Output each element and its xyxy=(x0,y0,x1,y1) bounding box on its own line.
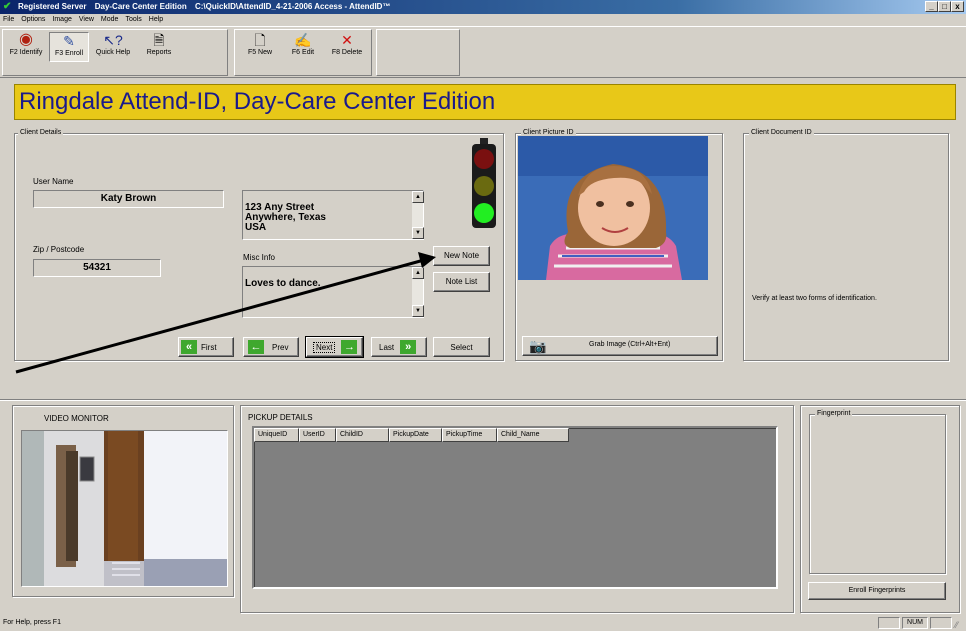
menu-view[interactable]: View xyxy=(79,14,94,26)
column-header[interactable]: ChildID xyxy=(336,428,389,442)
status-panel-caps xyxy=(878,617,900,629)
menu-help[interactable]: Help xyxy=(149,14,163,26)
user-name-field[interactable]: Katy Brown xyxy=(33,190,224,208)
banner: Ringdale Attend-ID, Day-Care Center Edit… xyxy=(14,84,956,120)
video-monitor-label: VIDEO MONITOR xyxy=(44,414,109,423)
resize-grip-icon[interactable]: ⁄⁄ xyxy=(955,617,958,631)
menu-image[interactable]: Image xyxy=(52,14,71,26)
green-light-icon xyxy=(474,203,494,223)
report-icon: 🗎 xyxy=(153,32,165,48)
status-num-indicator: NUM xyxy=(902,617,928,629)
status-panel-scroll xyxy=(930,617,952,629)
right-arrow-icon: → xyxy=(341,340,358,354)
misc-scrollbar[interactable]: ▲ ▼ xyxy=(411,267,424,317)
menu-bar: File Options Image View Mode Tools Help xyxy=(0,14,966,26)
edit-button[interactable]: ✍ F6 Edit xyxy=(283,32,323,62)
delete-button[interactable]: ✕ F8 Delete xyxy=(325,32,369,62)
client-document-label: Client Document ID xyxy=(749,129,814,137)
enroll-pen-icon: ✎ xyxy=(63,33,75,49)
new-document-icon: 🗋 xyxy=(254,32,266,48)
reports-button[interactable]: 🗎 Reports xyxy=(139,32,179,62)
delete-x-icon: ✕ xyxy=(341,32,353,48)
client-details-group xyxy=(14,133,504,361)
quick-help-button[interactable]: ↖? Quick Help xyxy=(93,32,133,62)
title-server: Registered Server xyxy=(18,2,87,11)
traffic-light xyxy=(469,138,499,230)
client-document-group xyxy=(743,133,949,361)
new-note-button[interactable]: New Note xyxy=(433,246,490,266)
new-button[interactable]: 🗋 F5 New xyxy=(241,32,279,62)
fingerprint-label: Fingerprint xyxy=(815,410,853,418)
double-right-arrow-icon: » xyxy=(400,340,417,354)
menu-tools[interactable]: Tools xyxy=(125,14,141,26)
prev-button[interactable]: ← Prev xyxy=(243,337,299,357)
left-arrow-icon: ← xyxy=(248,340,264,354)
yellow-light-icon xyxy=(474,176,494,196)
zip-label: Zip / Postcode xyxy=(33,245,85,254)
client-details-label: Client Details xyxy=(18,129,64,137)
grab-image-button[interactable]: 📷 Grab Image (Ctrl+Alt+Ent) xyxy=(522,336,718,356)
pickup-details-label: PICKUP DETAILS xyxy=(248,413,313,422)
address-field[interactable]: 123 Any Street Anywhere, Texas USA ▲ ▼ xyxy=(242,190,424,240)
app-icon: ✔ xyxy=(3,1,12,12)
document-note: Verify at least two forms of identificat… xyxy=(752,295,877,302)
menu-mode[interactable]: Mode xyxy=(101,14,119,26)
client-photo xyxy=(518,136,708,280)
scroll-up-icon[interactable]: ▲ xyxy=(412,191,424,203)
close-button[interactable]: x xyxy=(951,1,964,12)
column-header[interactable]: UniqueID xyxy=(254,428,299,442)
help-pointer-icon: ↖? xyxy=(103,32,123,48)
banner-title: Ringdale Attend-ID, Day-Care Center Edit… xyxy=(19,88,496,115)
enroll-fingerprints-button[interactable]: Enroll Fingerprints xyxy=(808,582,946,600)
address-text: 123 Any Street Anywhere, Texas USA xyxy=(245,202,326,233)
toolbar-group-main: ◉ F2 Identify ✎ F3 Enroll ↖? Quick Help … xyxy=(2,29,228,76)
column-header[interactable]: Child_Name xyxy=(497,428,569,442)
window-title: Registered Server Day-Care Center Editio… xyxy=(18,0,396,14)
user-name-label: User Name xyxy=(33,177,74,186)
camera-icon: 📷 xyxy=(529,338,547,354)
fingerprint-group xyxy=(809,414,946,574)
video-feed xyxy=(21,430,228,587)
address-scrollbar[interactable]: ▲ ▼ xyxy=(411,191,424,239)
misc-info-label: Misc Info xyxy=(243,253,276,262)
column-header[interactable]: UserID xyxy=(299,428,336,442)
menu-file[interactable]: File xyxy=(3,14,14,26)
maximize-button[interactable]: □ xyxy=(938,1,951,12)
double-left-arrow-icon: « xyxy=(181,340,197,354)
scroll-down-icon[interactable]: ▼ xyxy=(412,305,424,317)
select-button[interactable]: Select xyxy=(433,337,490,357)
title-edition: Day-Care Center Edition xyxy=(94,2,187,11)
first-button[interactable]: « First xyxy=(178,337,234,357)
toolbar: ◉ F2 Identify ✎ F3 Enroll ↖? Quick Help … xyxy=(0,26,966,78)
menu-options[interactable]: Options xyxy=(21,14,45,26)
title-bar: ✔ Registered Server Day-Care Center Edit… xyxy=(0,0,966,14)
toolbar-group-edit: 🗋 F5 New ✍ F6 Edit ✕ F8 Delete xyxy=(234,29,372,76)
zip-field[interactable]: 54321 xyxy=(33,259,161,277)
status-bar: For Help, press F1 NUM ⁄⁄ xyxy=(0,615,966,631)
misc-info-text: Loves to dance. xyxy=(245,278,321,289)
section-divider xyxy=(0,399,966,401)
last-button[interactable]: Last » xyxy=(371,337,427,357)
eye-icon: ◉ xyxy=(19,31,33,48)
scroll-down-icon[interactable]: ▼ xyxy=(412,227,424,239)
status-help-text: For Help, press F1 xyxy=(3,619,61,626)
column-header[interactable]: PickupDate xyxy=(389,428,442,442)
scroll-up-icon[interactable]: ▲ xyxy=(412,267,424,279)
title-path: C:\QuickID\AttendID_4-21-2006 Access - A… xyxy=(194,2,391,11)
misc-info-field[interactable]: Loves to dance. ▲ ▼ xyxy=(242,266,424,318)
identify-button[interactable]: ◉ F2 Identify xyxy=(5,32,47,62)
minimize-button[interactable]: _ xyxy=(925,1,938,12)
column-header[interactable]: PickupTime xyxy=(442,428,497,442)
edit-hand-icon: ✍ xyxy=(294,32,312,48)
next-button[interactable]: Next → xyxy=(305,336,364,358)
toolbar-group-empty xyxy=(376,29,460,76)
note-list-button[interactable]: Note List xyxy=(433,272,490,292)
pickup-table[interactable]: UniqueID UserID ChildID PickupDate Picku… xyxy=(252,426,778,589)
enroll-button[interactable]: ✎ F3 Enroll xyxy=(49,32,89,62)
red-light-icon xyxy=(474,149,494,169)
